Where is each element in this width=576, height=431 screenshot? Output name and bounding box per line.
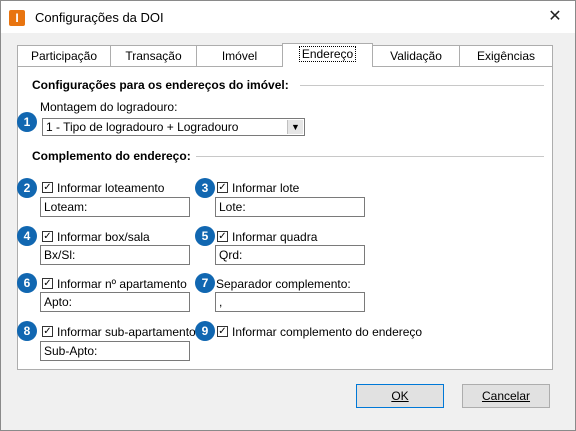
app-icon: I [9,10,25,26]
box-sala-field[interactable]: Bx/Sl: [40,245,190,265]
endereco-panel: Configurações para os endereços do imóve… [17,66,553,370]
ok-button[interactable]: OK [356,384,444,408]
cancel-button[interactable]: Cancelar [462,384,550,408]
step-badge-6: 6 [17,273,37,293]
tab-validacao[interactable]: Validação [372,45,460,66]
tab-label: Participação [30,49,98,63]
step-badge-3: 3 [195,178,215,198]
tab-label: Validação [390,49,442,63]
tab-transacao[interactable]: Transação [110,45,197,66]
loteamento-checkbox[interactable]: ✓ [42,182,53,193]
tab-label: Endereço [298,46,357,62]
select-value: 1 - Tipo de logradouro + Logradouro [46,120,239,134]
complemento-checkbox[interactable]: ✓ [217,326,228,337]
step-badge-1: 1 [17,112,37,132]
step-badge-5: 5 [195,226,215,246]
window-title: Configurações da DOI [35,10,164,25]
sub-apartamento-checkbox[interactable]: ✓ [42,326,53,337]
step-badge-8: 8 [17,321,37,341]
step-badge-9: 9 [195,321,215,341]
apartamento-checkbox[interactable]: ✓ [42,278,53,289]
loteamento-label: Informar loteamento [57,181,165,195]
lote-label: Informar lote [232,181,300,195]
title-bar: I Configurações da DOI ✕ [1,1,575,33]
tab-label: Transação [125,49,182,63]
chevron-down-icon[interactable]: ▼ [287,120,303,134]
section-divider [196,156,544,157]
apartamento-label: Informar nº apartamento [57,277,187,291]
tab-label: Imóvel [221,49,258,63]
sub-apartamento-field[interactable]: Sub-Apto: [40,341,190,361]
ok-label: OK [391,389,409,403]
loteamento-field[interactable]: Loteam: [40,197,190,217]
separador-field[interactable]: , [215,292,365,312]
tab-exigencias[interactable]: Exigências [459,45,553,66]
step-badge-4: 4 [17,226,37,246]
close-icon[interactable]: ✕ [545,7,565,27]
lote-checkbox[interactable]: ✓ [217,182,228,193]
section-divider [300,85,544,86]
box-sala-label: Informar box/sala [57,230,150,244]
apartamento-field[interactable]: Apto: [40,292,190,312]
step-badge-2: 2 [17,178,37,198]
separador-label: Separador complemento: [216,277,351,291]
section-heading-enderecos: Configurações para os endereços do imóve… [32,78,289,92]
quadra-checkbox[interactable]: ✓ [217,231,228,242]
montagem-logradouro-select[interactable]: 1 - Tipo de logradouro + Logradouro ▼ [42,118,305,136]
tab-imovel[interactable]: Imóvel [196,45,283,66]
section-heading-complemento: Complemento do endereço: [32,149,191,163]
lote-field[interactable]: Lote: [215,197,365,217]
tab-strip: Participação Transação Imóvel Endereço V… [17,43,553,67]
tab-endereco[interactable]: Endereço [282,43,373,67]
complemento-label: Informar complemento do endereço [232,325,423,339]
dialog-window: I Configurações da DOI ✕ Participação Tr… [0,0,576,431]
quadra-label: Informar quadra [232,230,318,244]
quadra-field[interactable]: Qrd: [215,245,365,265]
step-badge-7: 7 [195,273,215,293]
sub-apartamento-label: Informar sub-apartamento [57,325,196,339]
cancel-label: Cancelar [481,389,531,403]
tab-participacao[interactable]: Participação [17,45,111,66]
tab-label: Exigências [476,49,536,63]
montagem-label: Montagem do logradouro: [40,100,178,114]
box-sala-checkbox[interactable]: ✓ [42,231,53,242]
